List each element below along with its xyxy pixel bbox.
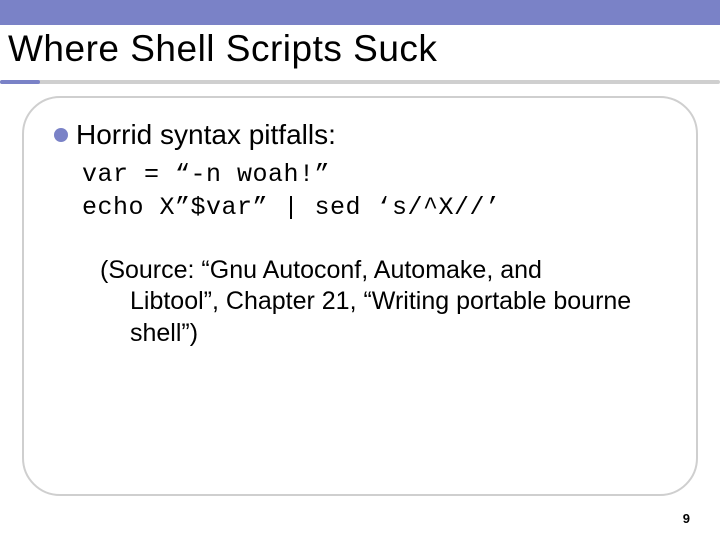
title-underline <box>0 80 720 84</box>
page-number: 9 <box>683 511 690 526</box>
header-band <box>0 0 720 25</box>
code-block: var = “-n woah!” echo X”$var” | sed ‘s/^… <box>82 158 674 226</box>
bullet-item: Horrid syntax pitfalls: <box>54 118 674 152</box>
source-citation: (Source: “Gnu Autoconf, Automake, and Li… <box>82 255 674 349</box>
bullet-text: Horrid syntax pitfalls: <box>76 118 336 152</box>
bullet-dot-icon <box>54 128 68 142</box>
slide-title: Where Shell Scripts Suck <box>8 28 437 70</box>
title-underline-accent <box>0 80 40 84</box>
slide-body: Horrid syntax pitfalls: var = “-n woah!”… <box>54 118 674 349</box>
code-line: echo X”$var” | sed ‘s/^X//’ <box>82 193 501 222</box>
code-line: var = “-n woah!” <box>82 160 330 189</box>
